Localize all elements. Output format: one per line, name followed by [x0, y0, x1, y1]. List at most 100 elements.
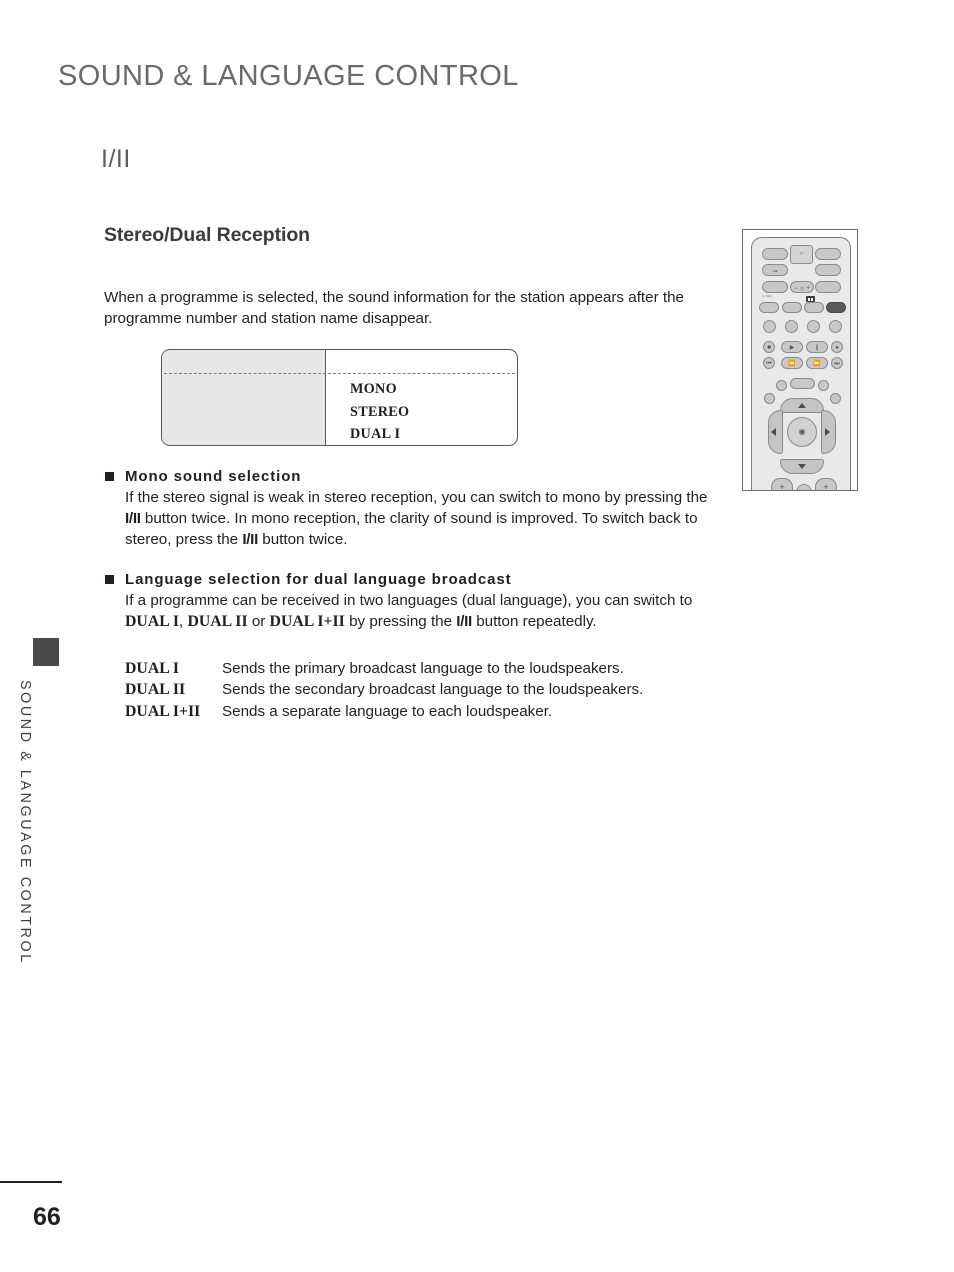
arrow-left-icon	[771, 428, 776, 436]
definition-row: DUAL I+II Sends a separate language to e…	[125, 701, 643, 722]
inline-term-dual-ii: DUAL II	[187, 613, 248, 630]
definition-term: DUAL II	[125, 681, 186, 699]
section-body: If the stereo signal is weak in stereo r…	[104, 487, 719, 550]
osd-left-panel	[162, 350, 326, 445]
remote-button-row5-4[interactable]	[829, 320, 842, 333]
plus-icon: +	[823, 482, 829, 491]
definition-term: DUAL I+II	[125, 702, 201, 720]
inline-key-iii-1: I/II	[125, 510, 141, 527]
remote-button-row9-left[interactable]	[764, 393, 775, 404]
input-source-icon: ⇥	[772, 268, 778, 275]
definition-row: DUAL II Sends the secondary broadcast la…	[125, 679, 643, 700]
sub-heading: Stereo/Dual Reception	[104, 224, 310, 246]
osd-mode-mono: MONO	[350, 381, 397, 397]
body-text-2: by pressing the	[344, 613, 457, 630]
remote-control-illustration: ○ ⇥ − ☼ + Q.VIEW ■ ▶ ❙ ● ⏮ ⏪ ⏩ ⏭ ◉ + +	[742, 229, 858, 491]
body-text-1: If the stereo signal is weak in stereo r…	[125, 489, 708, 506]
body-text-3: button repeatedly.	[471, 613, 597, 630]
remote-brightness-rocker[interactable]: − ☼ +	[790, 281, 814, 293]
section-title: I/II	[101, 145, 131, 173]
square-bullet-icon	[105, 575, 114, 584]
square-bullet-icon	[105, 472, 114, 481]
inline-key-iii-2: I/II	[242, 531, 259, 548]
inline-term-dual-i-plus-ii: DUAL I+II	[269, 613, 345, 630]
section-heading-text: Language selection for dual language bro…	[125, 571, 512, 588]
remote-button-row4-4[interactable]	[826, 302, 846, 313]
remote-mute-button[interactable]	[796, 484, 812, 490]
remote-ok-button[interactable]: ◉	[787, 417, 817, 447]
remote-button-row3-left[interactable]	[762, 281, 788, 293]
remote-power-button[interactable]: ○	[790, 245, 813, 264]
remote-button-top-right[interactable]	[815, 248, 841, 260]
remote-menu-button[interactable]	[790, 378, 815, 389]
section-heading-text: Mono sound selection	[125, 468, 302, 485]
remote-pause-button[interactable]: ❙	[806, 341, 828, 353]
plus-icon: +	[779, 482, 785, 491]
remote-button-row3-right[interactable]	[815, 281, 841, 293]
remote-body: ○ ⇥ − ☼ + Q.VIEW ■ ▶ ❙ ● ⏮ ⏪ ⏩ ⏭ ◉ + +	[751, 237, 851, 491]
skip-next-icon: ⏭	[834, 361, 840, 367]
dual-mode-definition-list: DUAL I Sends the primary broadcast langu…	[125, 658, 643, 722]
definition-description: Sends the secondary broadcast language t…	[222, 681, 644, 699]
side-chapter-label: SOUND & LANGUAGE CONTROL	[17, 680, 33, 965]
remote-button-row5-1[interactable]	[763, 320, 776, 333]
inline-key-iii-1: I/II	[456, 613, 472, 630]
remote-button-row5-3[interactable]	[807, 320, 820, 333]
stop-icon: ●	[835, 345, 839, 351]
pause-icon: ❙	[814, 345, 820, 351]
side-chapter-tab	[33, 638, 59, 666]
remote-volume-up-button[interactable]: +	[771, 478, 793, 491]
osd-mode-dual-i: DUAL I	[350, 426, 401, 442]
remote-tiny-label: Q.VIEW	[762, 295, 772, 298]
remote-button-row4-1[interactable]	[759, 302, 779, 313]
definition-row: DUAL I Sends the primary broadcast langu…	[125, 658, 643, 679]
osd-illustration-box: MONO STEREO DUAL I	[161, 349, 518, 446]
record-icon: ■	[767, 345, 771, 351]
page-header: SOUND & LANGUAGE CONTROL	[58, 60, 519, 92]
definition-description: Sends a separate language to each loudsp…	[222, 702, 553, 720]
page-number: 66	[33, 1203, 61, 1231]
play-icon: ▶	[789, 345, 795, 351]
section-heading: Mono sound selection	[104, 468, 719, 485]
remote-channel-up-button[interactable]: +	[815, 478, 837, 491]
skip-previous-icon: ⏮	[766, 361, 772, 367]
fast-forward-icon: ⏩	[813, 361, 821, 367]
remote-skip-previous-button[interactable]: ⏮	[763, 357, 775, 369]
body-text-1: If a programme can be received in two la…	[125, 592, 693, 609]
arrow-right-icon	[825, 428, 830, 436]
remote-button-top-left[interactable]	[762, 248, 788, 260]
remote-button-row2-right[interactable]	[815, 264, 841, 276]
remote-fast-forward-button[interactable]: ⏩	[806, 357, 828, 369]
definition-description: Sends the primary broadcast language to …	[222, 660, 624, 677]
remote-button-row9-right[interactable]	[830, 393, 841, 404]
power-icon: ○	[799, 251, 804, 257]
inline-term-dual-i: DUAL I	[125, 613, 179, 630]
separator-2: or	[247, 613, 270, 630]
remote-play-button[interactable]: ▶	[781, 341, 803, 353]
rewind-icon: ⏪	[788, 361, 796, 367]
arrow-down-icon	[798, 464, 806, 469]
remote-button-row8-right[interactable]	[818, 380, 829, 391]
remote-stop-button[interactable]: ●	[831, 341, 843, 353]
section-language-selection: Language selection for dual language bro…	[104, 571, 719, 632]
remote-iii-button[interactable]	[804, 302, 824, 313]
footer-divider	[0, 1181, 62, 1183]
osd-mode-stereo: STEREO	[350, 403, 410, 420]
arrow-up-icon	[798, 403, 806, 408]
remote-skip-next-button[interactable]: ⏭	[831, 357, 843, 369]
intro-paragraph: When a programme is selected, the sound …	[104, 289, 684, 327]
remote-input-button[interactable]: ⇥	[762, 264, 788, 276]
body-text-3: button twice.	[258, 531, 348, 548]
definition-term: DUAL I	[125, 660, 179, 677]
remote-record-button[interactable]: ■	[763, 341, 775, 353]
osd-dashed-divider	[164, 373, 515, 374]
ok-center-icon: ◉	[798, 427, 806, 436]
brightness-icon: − ☼ +	[794, 285, 810, 292]
remote-rewind-button[interactable]: ⏪	[781, 357, 803, 369]
remote-button-row4-2[interactable]	[782, 302, 802, 313]
body-text-2: button twice. In mono reception, the cla…	[125, 510, 698, 548]
remote-button-row5-2[interactable]	[785, 320, 798, 333]
remote-button-row8-left[interactable]	[776, 380, 787, 391]
osd-mode-list: MONO STEREO DUAL I	[350, 378, 410, 445]
section-heading: Language selection for dual language bro…	[104, 571, 719, 588]
